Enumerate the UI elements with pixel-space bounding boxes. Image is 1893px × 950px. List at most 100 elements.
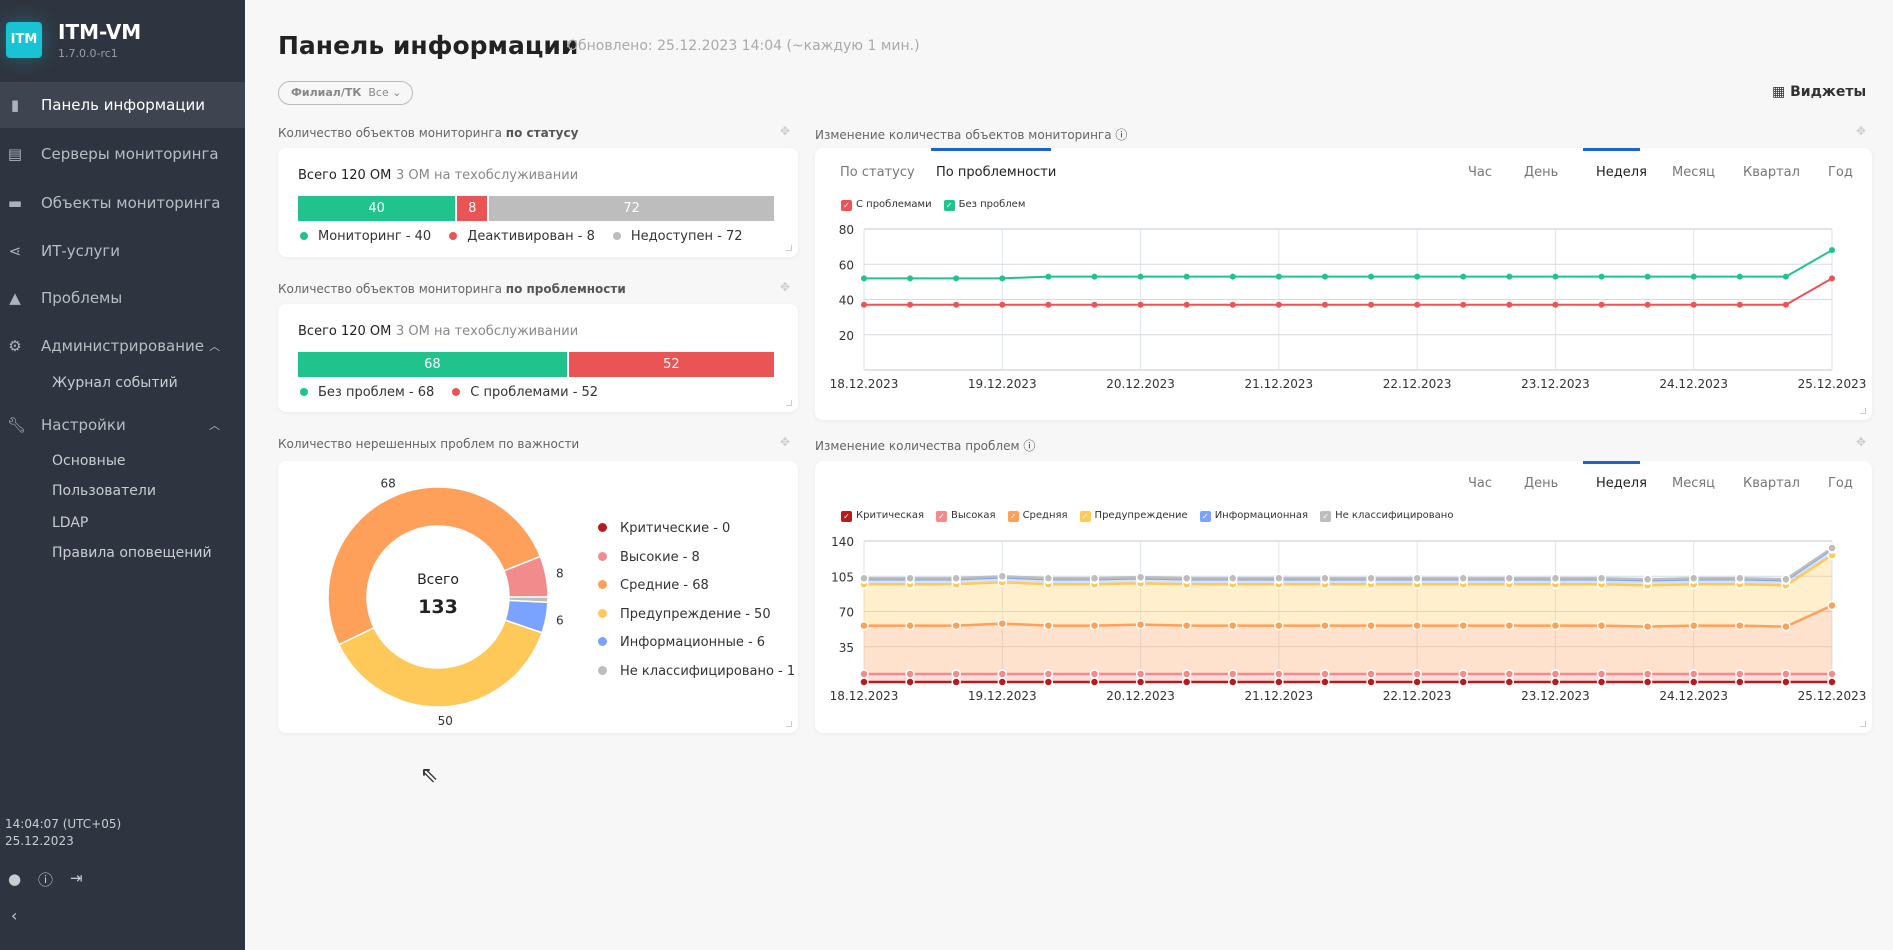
data-point <box>1504 573 1515 584</box>
data-point <box>1735 573 1745 584</box>
data-point <box>1642 621 1653 632</box>
data-point <box>1135 669 1146 679</box>
data-point <box>997 571 1008 581</box>
data-point <box>905 677 915 687</box>
data-point <box>1412 620 1422 631</box>
data-point <box>1228 620 1238 631</box>
data-point <box>1827 600 1837 611</box>
problems-area-chart: 18.12.2023 19.12.2023 20.12.2023 21.12.2023… <box>830 535 1867 703</box>
data-point <box>1135 619 1146 630</box>
y-tick-label: 105 <box>831 570 854 584</box>
data-point <box>1827 543 1837 553</box>
data-point <box>1735 669 1745 679</box>
data-point <box>1181 620 1192 631</box>
data-point <box>1043 669 1054 679</box>
data-point <box>1135 677 1146 687</box>
data-point <box>997 618 1008 629</box>
data-point <box>1550 677 1561 687</box>
data-point <box>1366 669 1376 679</box>
data-point <box>1781 621 1791 632</box>
data-point <box>1043 677 1054 687</box>
data-point <box>1458 669 1468 679</box>
data-point <box>1043 573 1054 584</box>
data-point <box>1781 677 1791 687</box>
data-point <box>1550 620 1561 631</box>
data-point <box>1274 620 1284 631</box>
data-point <box>1089 677 1100 687</box>
data-point <box>859 620 869 631</box>
data-point <box>1320 669 1330 679</box>
series-line <box>864 547 1833 581</box>
data-point <box>1642 669 1653 679</box>
data-point <box>1366 677 1376 687</box>
data-point <box>1043 620 1054 631</box>
data-point <box>1320 620 1330 631</box>
data-point <box>1688 620 1699 631</box>
data-point <box>1688 573 1699 584</box>
data-point <box>1550 669 1561 679</box>
data-point <box>1827 669 1837 679</box>
data-point <box>1320 677 1330 687</box>
data-point <box>1274 573 1284 584</box>
x-tick-label: 21.12.2023 <box>1244 689 1313 703</box>
data-point <box>1412 573 1422 584</box>
data-point <box>1320 573 1330 584</box>
data-point <box>997 677 1008 687</box>
data-point <box>1181 677 1192 687</box>
data-point <box>1550 573 1561 584</box>
data-point <box>1412 669 1422 679</box>
data-point <box>951 677 961 687</box>
data-point <box>1781 574 1791 585</box>
y-tick-label: 35 <box>839 641 854 655</box>
data-point <box>951 620 961 631</box>
data-point <box>1274 677 1284 687</box>
mouse-cursor: ⇖ <box>420 763 439 788</box>
data-point <box>1366 620 1376 631</box>
x-tick-label: 20.12.2023 <box>1106 689 1175 703</box>
data-point <box>1412 677 1422 687</box>
data-point <box>1827 677 1837 687</box>
x-tick-label: 23.12.2023 <box>1521 689 1590 703</box>
data-point <box>1504 620 1515 631</box>
data-point <box>1135 572 1146 583</box>
data-point <box>1228 573 1238 584</box>
data-point <box>951 573 961 584</box>
data-point <box>905 573 915 584</box>
x-tick-label: 24.12.2023 <box>1659 689 1728 703</box>
data-point <box>1596 669 1607 679</box>
data-point <box>1596 677 1607 687</box>
data-point <box>1642 677 1653 687</box>
series-area <box>864 555 1832 627</box>
data-point <box>859 669 869 679</box>
data-point <box>859 573 869 584</box>
data-point <box>905 620 915 631</box>
data-point <box>905 669 915 679</box>
data-point <box>1596 620 1607 631</box>
data-point <box>1089 573 1100 584</box>
x-tick-label: 19.12.2023 <box>968 689 1037 703</box>
y-tick-label: 140 <box>831 535 854 549</box>
data-point <box>1642 574 1653 585</box>
x-tick-label: 18.12.2023 <box>830 689 899 703</box>
data-point <box>1596 573 1607 584</box>
data-point <box>1274 669 1284 679</box>
data-point <box>1228 677 1238 687</box>
x-tick-label: 25.12.2023 <box>1798 689 1867 703</box>
data-point <box>1458 573 1468 584</box>
data-point <box>1366 573 1376 584</box>
data-point <box>1504 677 1515 687</box>
data-point <box>1735 677 1745 687</box>
data-point <box>997 669 1008 679</box>
data-point <box>1688 669 1699 679</box>
data-point <box>859 677 869 687</box>
data-point <box>1735 620 1745 631</box>
y-tick-label: 70 <box>839 606 854 620</box>
data-point <box>1181 573 1192 584</box>
data-point <box>1781 669 1791 679</box>
data-point <box>951 669 961 679</box>
x-tick-label: 22.12.2023 <box>1383 689 1452 703</box>
data-point <box>1181 669 1192 679</box>
data-point <box>1089 669 1100 679</box>
data-point <box>1458 677 1468 687</box>
data-point <box>1504 669 1515 679</box>
